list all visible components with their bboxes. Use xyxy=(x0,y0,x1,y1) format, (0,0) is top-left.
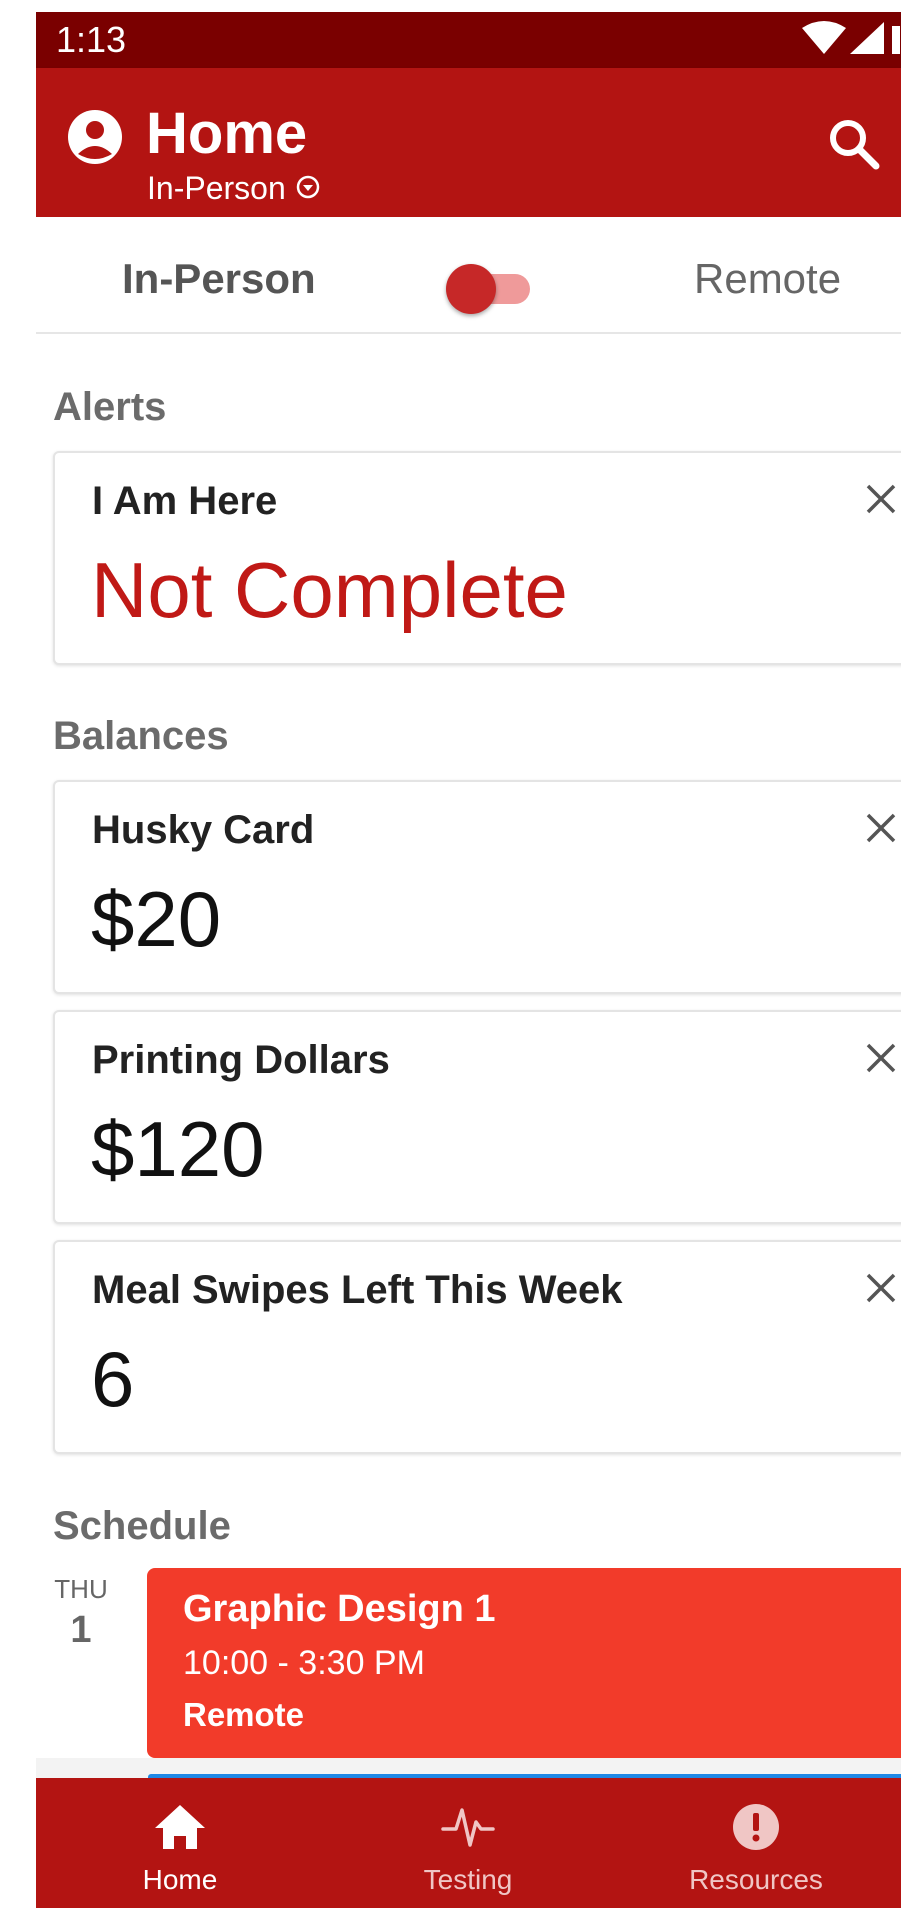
mode-selector[interactable]: In-Person xyxy=(147,170,320,207)
nav-label: Resources xyxy=(689,1864,823,1895)
nav-item-testing[interactable]: Testing xyxy=(324,1778,612,1908)
cell-signal-icon xyxy=(850,22,884,54)
card-title: Printing Dollars xyxy=(92,1038,390,1082)
account-circle-icon[interactable] xyxy=(66,108,124,171)
balance-card-printing[interactable]: Printing Dollars $120 xyxy=(53,1010,901,1224)
section-title-alerts: Alerts xyxy=(53,385,167,429)
home-icon xyxy=(36,1802,324,1857)
close-icon[interactable] xyxy=(865,483,897,520)
alert-circle-icon xyxy=(612,1802,900,1857)
status-bar: 1:13 xyxy=(36,12,901,68)
page-title: Home xyxy=(146,101,308,166)
status-time: 1:13 xyxy=(56,19,127,60)
schedule-date: 1 xyxy=(70,1609,92,1651)
search-icon[interactable] xyxy=(826,116,882,177)
toggle-label-remote[interactable]: Remote xyxy=(694,255,841,303)
card-value: $120 xyxy=(91,1105,265,1193)
balance-card-husky[interactable]: Husky Card $20 xyxy=(53,780,901,994)
wifi-icon xyxy=(802,21,846,54)
phone-screen: 1:13 Home In-Person In-Person Remote Ale… xyxy=(36,0,901,1908)
app-bar: Home In-Person xyxy=(36,68,901,217)
close-icon[interactable] xyxy=(865,1272,897,1309)
card-value: 6 xyxy=(91,1335,135,1423)
balance-card-meal-swipes[interactable]: Meal Swipes Left This Week 6 xyxy=(53,1240,901,1454)
section-title-schedule: Schedule xyxy=(53,1504,231,1548)
event-time: 10:00 - 3:30 PM xyxy=(183,1644,425,1682)
event-location: Remote xyxy=(183,1696,305,1733)
close-icon[interactable] xyxy=(865,812,897,849)
status-icons xyxy=(800,20,901,65)
mode-switch[interactable] xyxy=(446,257,534,314)
pulse-icon xyxy=(324,1802,612,1857)
alert-card[interactable]: I Am Here Not Complete xyxy=(53,451,901,665)
toggle-label-in-person[interactable]: In-Person xyxy=(122,255,316,303)
nav-label: Home xyxy=(142,1864,218,1895)
card-value: Not Complete xyxy=(91,546,568,634)
close-icon[interactable] xyxy=(865,1042,897,1079)
card-title: Meal Swipes Left This Week xyxy=(92,1268,623,1312)
event-title: Graphic Design 1 xyxy=(183,1588,496,1630)
card-title: I Am Here xyxy=(92,479,278,523)
nav-item-home[interactable]: Home xyxy=(36,1778,324,1908)
card-value: $20 xyxy=(91,875,222,963)
nav-item-resources[interactable]: Resources xyxy=(612,1778,900,1908)
nav-label: Testing xyxy=(423,1864,513,1895)
schedule-weekday: THU xyxy=(54,1574,108,1604)
mode-label: In-Person xyxy=(147,170,286,206)
schedule-day: THU 1 xyxy=(53,1574,109,1652)
bottom-nav: Home Testing Resources xyxy=(36,1778,901,1908)
battery-icon xyxy=(892,26,901,54)
schedule-event[interactable]: Graphic Design 1 10:00 - 3:30 PM Remote xyxy=(147,1568,901,1758)
switch-thumb xyxy=(446,264,496,314)
card-title: Husky Card xyxy=(92,808,315,852)
mode-toggle-row: In-Person Remote xyxy=(36,217,901,334)
section-title-balances: Balances xyxy=(53,714,229,758)
dropdown-circle-icon xyxy=(296,170,320,207)
